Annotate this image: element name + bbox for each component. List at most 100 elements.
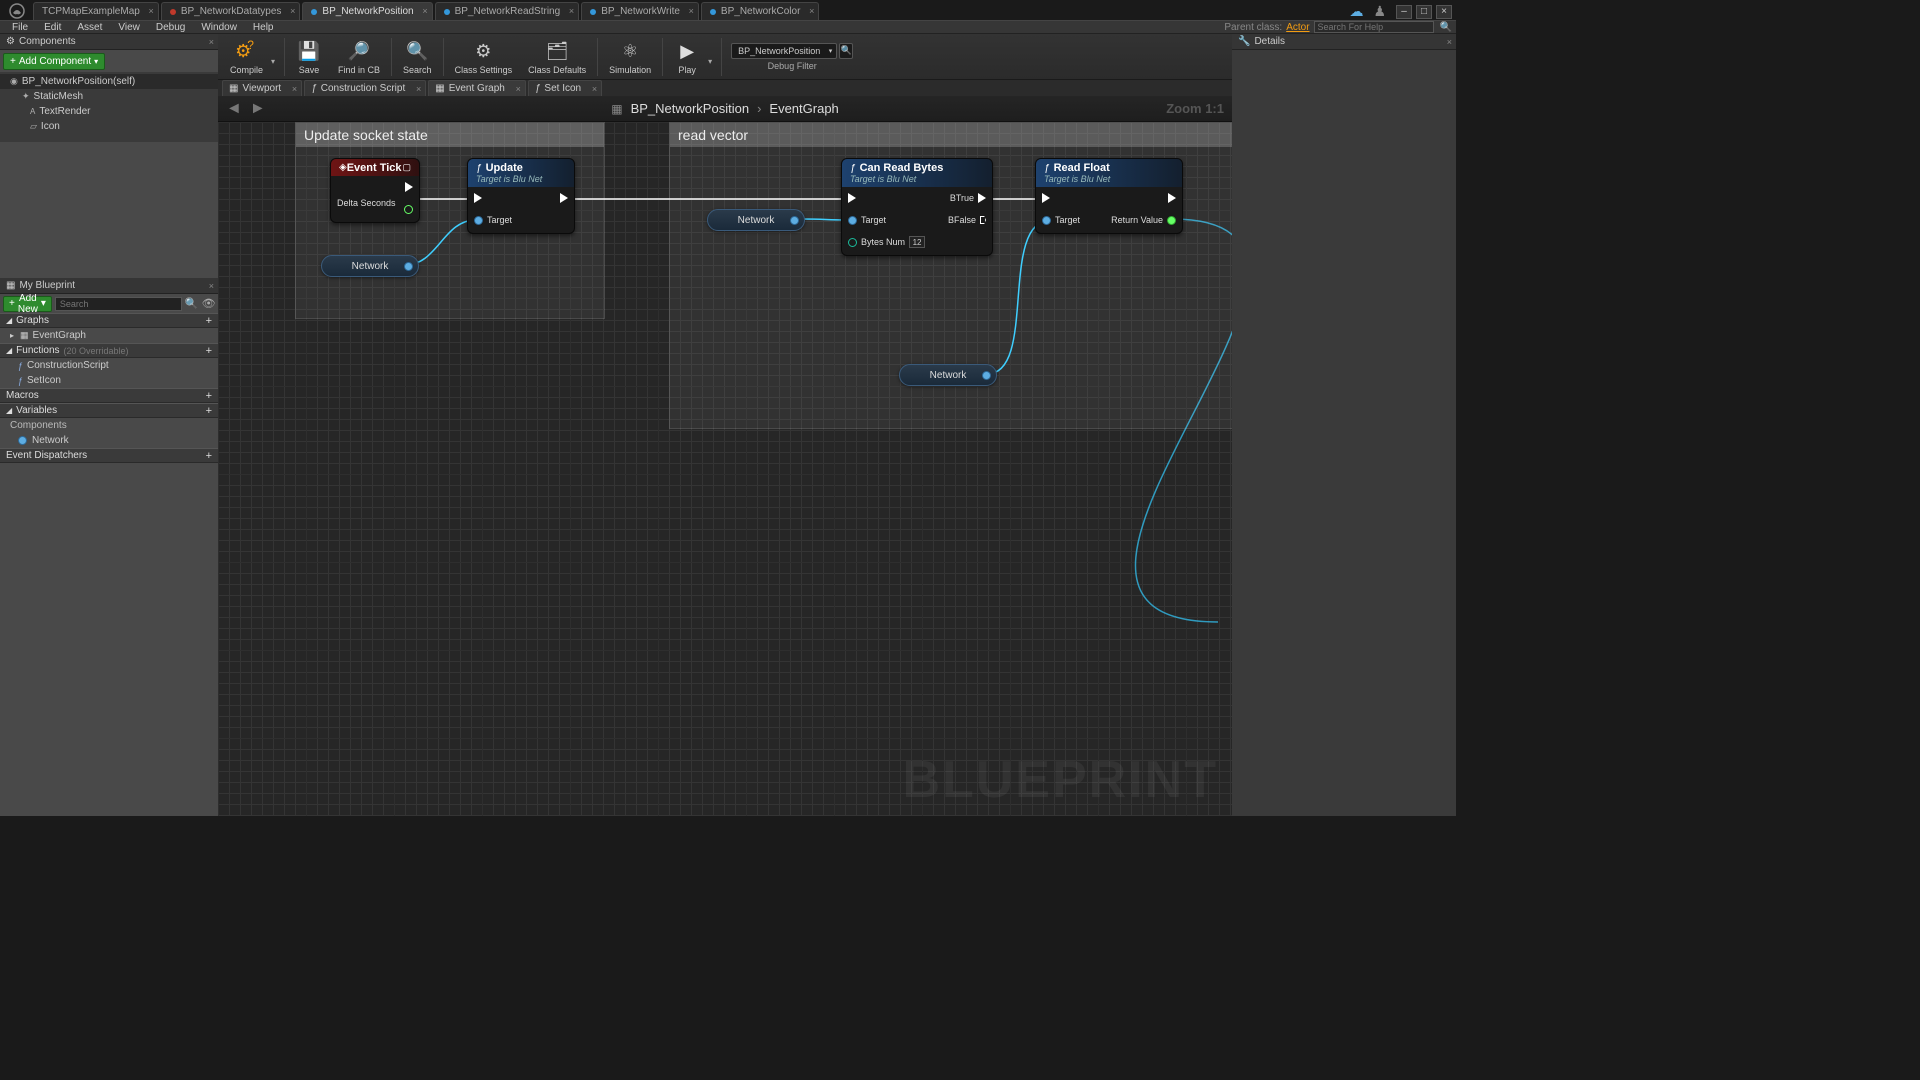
save-button[interactable]: 💾Save (288, 35, 330, 79)
source-control-icon[interactable]: ♟ (1373, 3, 1386, 20)
compile-button[interactable]: ⚙?Compile (222, 35, 271, 79)
close-icon[interactable]: × (209, 37, 214, 47)
node-var-network-3[interactable]: Network (899, 364, 997, 386)
close-icon[interactable]: × (516, 84, 521, 94)
section-dispatchers[interactable]: Event Dispatchers+ (0, 448, 218, 463)
exec-in-pin[interactable] (848, 193, 856, 203)
float-out-pin[interactable] (1167, 216, 1176, 225)
plus-icon[interactable]: + (206, 345, 212, 357)
node-header[interactable]: ƒUpdate Target is Blu Net (468, 159, 574, 187)
details-tab[interactable]: 🔧 Details × (1232, 34, 1456, 50)
add-component-button[interactable]: + Add Component ▾ (3, 53, 105, 70)
section-macros[interactable]: Macros+ (0, 388, 218, 403)
eye-icon[interactable]: 👁 (202, 297, 216, 310)
close-icon[interactable]: × (422, 6, 427, 16)
nav-back-button[interactable]: ◄ (226, 100, 242, 118)
my-blueprint-tab[interactable]: ▦ My Blueprint × (0, 278, 218, 294)
node-var-network-1[interactable]: Network (321, 255, 419, 277)
top-tab-bp-write[interactable]: BP_NetworkWrite× (581, 2, 699, 20)
close-icon[interactable]: × (416, 84, 421, 94)
section-functions[interactable]: ◢Functions(20 Overridable)+ (0, 343, 218, 358)
node-header[interactable]: ƒRead Float Target is Blu Net (1036, 159, 1182, 187)
exec-out-false-pin[interactable] (980, 216, 986, 224)
close-icon[interactable]: × (149, 6, 154, 16)
my-blueprint-search-input[interactable] (55, 297, 182, 311)
object-in-pin[interactable] (848, 216, 857, 225)
comment-cloud-icon[interactable]: ☁ (1349, 3, 1363, 20)
debug-locate-button[interactable]: 🔍 (839, 43, 853, 59)
component-row-icon[interactable]: ▱Icon (0, 119, 218, 134)
top-tab-bp-datatypes[interactable]: BP_NetworkDatatypes× (161, 2, 301, 20)
menu-debug[interactable]: Debug (148, 22, 193, 33)
add-new-button[interactable]: + Add New ▾ (3, 296, 52, 312)
object-out-pin[interactable] (982, 371, 991, 380)
close-icon[interactable]: × (592, 84, 597, 94)
breadcrumb-leaf[interactable]: EventGraph (769, 101, 838, 116)
menu-window[interactable]: Window (193, 22, 245, 33)
comment-title[interactable]: read vector (670, 123, 1232, 147)
class-settings-button[interactable]: ⚙Class Settings (447, 35, 521, 79)
function-item-construction[interactable]: ƒConstructionScript (0, 358, 218, 373)
object-in-pin[interactable] (1042, 216, 1051, 225)
exec-out-true-pin[interactable] (978, 193, 986, 203)
menu-asset[interactable]: Asset (69, 22, 110, 33)
exec-in-pin[interactable] (474, 193, 482, 203)
search-button[interactable]: 🔍Search (395, 35, 440, 79)
node-can-read-bytes[interactable]: ƒCan Read Bytes Target is Blu Net Target… (841, 158, 993, 256)
exec-out-pin[interactable] (1168, 193, 1176, 203)
component-row-self[interactable]: ◉BP_NetworkPosition(self) (0, 74, 218, 89)
play-button[interactable]: ▶Play (666, 35, 708, 79)
graph-tab-construction[interactable]: ƒConstruction Script× (304, 80, 426, 96)
graph-tab-seticon[interactable]: ƒSet Icon× (528, 80, 602, 96)
top-tab-bp-readstring[interactable]: BP_NetworkReadString× (435, 2, 580, 20)
class-defaults-button[interactable]: 🗂Class Defaults (520, 35, 594, 79)
float-out-pin[interactable] (404, 205, 413, 214)
exec-in-pin[interactable] (1042, 193, 1050, 203)
graph-canvas[interactable]: Update socket state read vector ◈ Event … (218, 122, 1232, 816)
object-out-pin[interactable] (404, 262, 413, 271)
search-icon[interactable]: 🔍 (185, 297, 199, 310)
exec-out-pin[interactable] (405, 182, 413, 192)
section-graphs[interactable]: ◢Graphs+ (0, 313, 218, 328)
graph-item-eventgraph[interactable]: ▸▦EventGraph (0, 328, 218, 343)
nav-forward-button[interactable]: ► (250, 100, 266, 118)
close-button[interactable]: × (1436, 5, 1452, 19)
graph-tab-eventgraph[interactable]: ▦Event Graph× (428, 80, 526, 96)
menu-help[interactable]: Help (245, 22, 282, 33)
plus-icon[interactable]: + (206, 390, 212, 402)
pin-delta-seconds[interactable]: Delta Seconds (337, 198, 396, 208)
simulation-button[interactable]: ⚛Simulation (601, 35, 659, 79)
parent-class-link[interactable]: Actor (1286, 22, 1309, 33)
plus-icon[interactable]: + (206, 450, 212, 462)
bytes-num-input[interactable] (909, 236, 925, 248)
node-var-network-2[interactable]: Network (707, 209, 805, 231)
node-header[interactable]: ◈ Event Tick ▢ (331, 159, 419, 176)
variable-item-network[interactable]: Network (0, 433, 218, 448)
menu-edit[interactable]: Edit (36, 22, 69, 33)
help-search-input[interactable] (1314, 21, 1434, 33)
function-item-seticon[interactable]: ƒSetIcon (0, 373, 218, 388)
top-tab-map[interactable]: TCPMapExampleMap× (33, 2, 159, 20)
component-row-textrender[interactable]: ATextRender (0, 104, 218, 119)
menu-file[interactable]: File (4, 22, 36, 33)
play-dropdown[interactable]: ▾ (708, 47, 718, 66)
node-read-float[interactable]: ƒRead Float Target is Blu Net Target Ret… (1035, 158, 1183, 234)
node-event-tick[interactable]: ◈ Event Tick ▢ Delta Seconds (330, 158, 420, 223)
search-icon[interactable]: 🔍 (1440, 22, 1452, 33)
top-tab-bp-color[interactable]: BP_NetworkColor× (701, 2, 819, 20)
find-in-cb-button[interactable]: 🔎Find in CB (330, 35, 388, 79)
menu-view[interactable]: View (110, 22, 148, 33)
minimize-button[interactable]: – (1396, 5, 1412, 19)
plus-icon[interactable]: + (206, 315, 212, 327)
component-row-staticmesh[interactable]: ✦StaticMesh (0, 89, 218, 104)
close-icon[interactable]: × (292, 84, 297, 94)
section-variables[interactable]: ◢Variables+ (0, 403, 218, 418)
int-in-pin[interactable] (848, 238, 857, 247)
comment-title[interactable]: Update socket state (296, 123, 604, 147)
close-icon[interactable]: × (809, 6, 814, 16)
breadcrumb-root[interactable]: BP_NetworkPosition (631, 101, 750, 116)
close-icon[interactable]: × (1447, 37, 1452, 47)
object-out-pin[interactable] (790, 216, 799, 225)
exec-out-pin[interactable] (560, 193, 568, 203)
debug-filter-select[interactable]: BP_NetworkPosition▾ (731, 43, 837, 59)
